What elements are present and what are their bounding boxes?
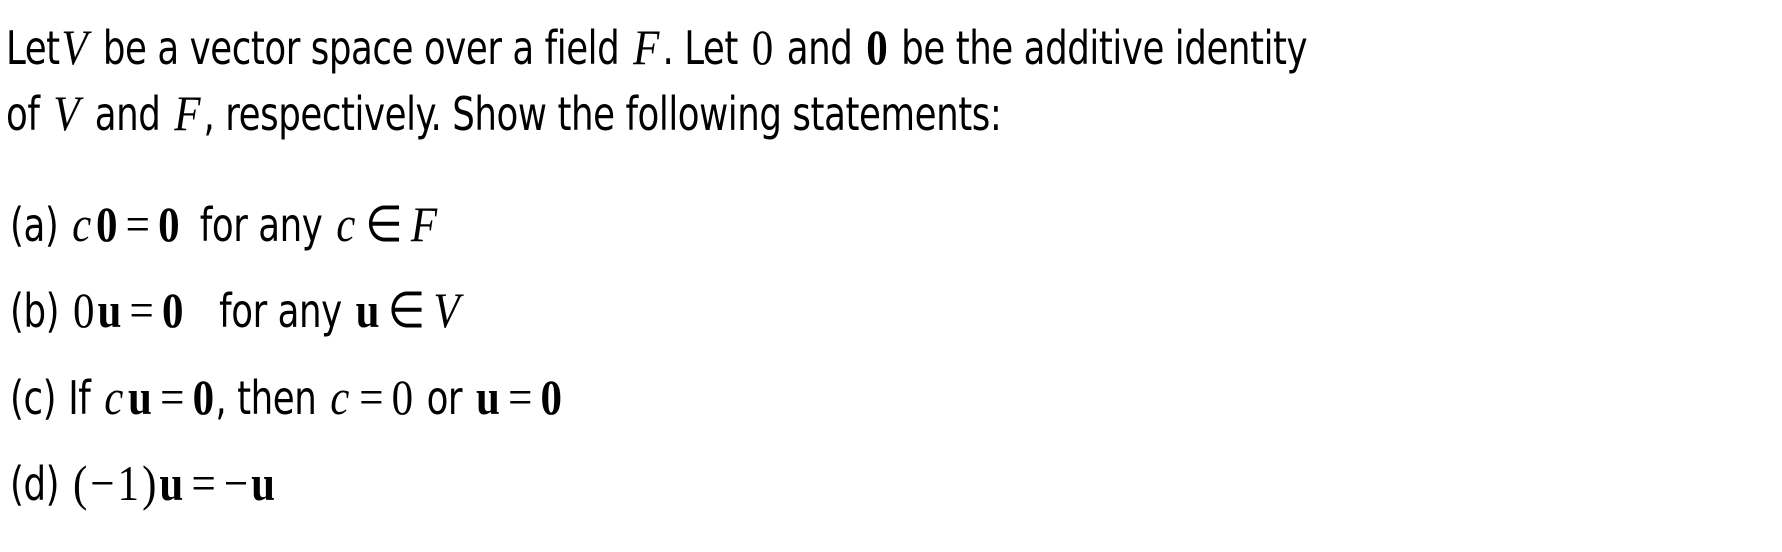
item-text: If — [68, 371, 91, 425]
math-equals: = — [508, 369, 532, 425]
math-equals: = — [129, 282, 154, 338]
math-scalar-zero: 0 — [751, 19, 773, 75]
math-equals: = — [160, 369, 184, 425]
math-left-paren: ( — [72, 455, 87, 511]
math-zero-vector: 0 — [540, 369, 562, 425]
intro-text: be the additive identity — [901, 21, 1308, 75]
math-vector-u: u — [128, 369, 152, 425]
intro-text: , respectively. Show the following state… — [203, 87, 1002, 141]
item-label: (c) — [10, 371, 57, 425]
math-minus: − — [223, 455, 248, 511]
item-text: , then — [215, 371, 317, 425]
math-scalar-zero: 0 — [391, 369, 413, 425]
statement-a: (a) c 0 = 0 for any c ∈ F — [10, 199, 510, 249]
math-zero-vector: 0 — [866, 19, 888, 75]
math-vector-u: u — [251, 455, 275, 511]
math-var-V: V — [61, 19, 88, 75]
math-scalar-zero: 0 — [72, 282, 95, 338]
item-label: (d) — [10, 457, 60, 511]
item-text: for any — [199, 198, 323, 252]
intro-line-1: LetV be a vector space over a field F. L… — [6, 22, 1519, 72]
math-var-F: F — [410, 196, 437, 252]
math-var-c: c — [72, 196, 91, 252]
math-var-c: c — [104, 369, 123, 425]
intro-text: . Let — [662, 21, 738, 75]
math-var-V: V — [53, 85, 80, 141]
math-var-F: F — [633, 19, 660, 75]
math-var-c: c — [330, 369, 349, 425]
math-zero-vector: 0 — [96, 196, 118, 252]
intro-text: and — [786, 21, 853, 75]
item-text: for any — [219, 284, 342, 338]
item-label: (a) — [10, 198, 59, 252]
math-vector-u: u — [159, 455, 183, 511]
math-var-F: F — [174, 85, 201, 141]
math-zero-vector: 0 — [161, 282, 184, 338]
math-var-V: V — [433, 282, 460, 338]
item-text: or — [426, 371, 463, 425]
math-vector-u: u — [355, 282, 380, 338]
math-zero-vector: 0 — [192, 369, 214, 425]
item-label: (b) — [10, 284, 60, 338]
math-element-of: ∈ — [387, 282, 425, 338]
math-zero-vector: 0 — [158, 196, 180, 252]
statement-c: (c) If c u = 0, then c = 0 or u = 0 — [10, 372, 653, 422]
math-equals: = — [359, 369, 384, 425]
statement-d: (d) (−1)u = −u — [10, 458, 320, 508]
problem-statement: LetV be a vector space over a field F. L… — [0, 0, 1782, 552]
math-element-of: ∈ — [365, 196, 403, 252]
math-one: 1 — [117, 455, 139, 511]
math-var-c: c — [336, 196, 355, 252]
intro-line-2: of V and F, respectively. Show the follo… — [6, 88, 1164, 138]
intro-text: of — [6, 87, 40, 141]
intro-text: and — [94, 87, 161, 141]
intro-text: Let — [6, 21, 60, 75]
math-right-paren: ) — [142, 455, 156, 511]
math-minus: − — [90, 455, 115, 511]
math-vector-u: u — [97, 282, 121, 338]
math-vector-u: u — [475, 369, 500, 425]
statement-b: (b) 0u = 0 for any u ∈ V — [10, 285, 536, 335]
intro-text: be a vector space over a field — [102, 21, 620, 75]
math-equals: = — [125, 196, 150, 252]
math-equals: = — [191, 455, 216, 511]
